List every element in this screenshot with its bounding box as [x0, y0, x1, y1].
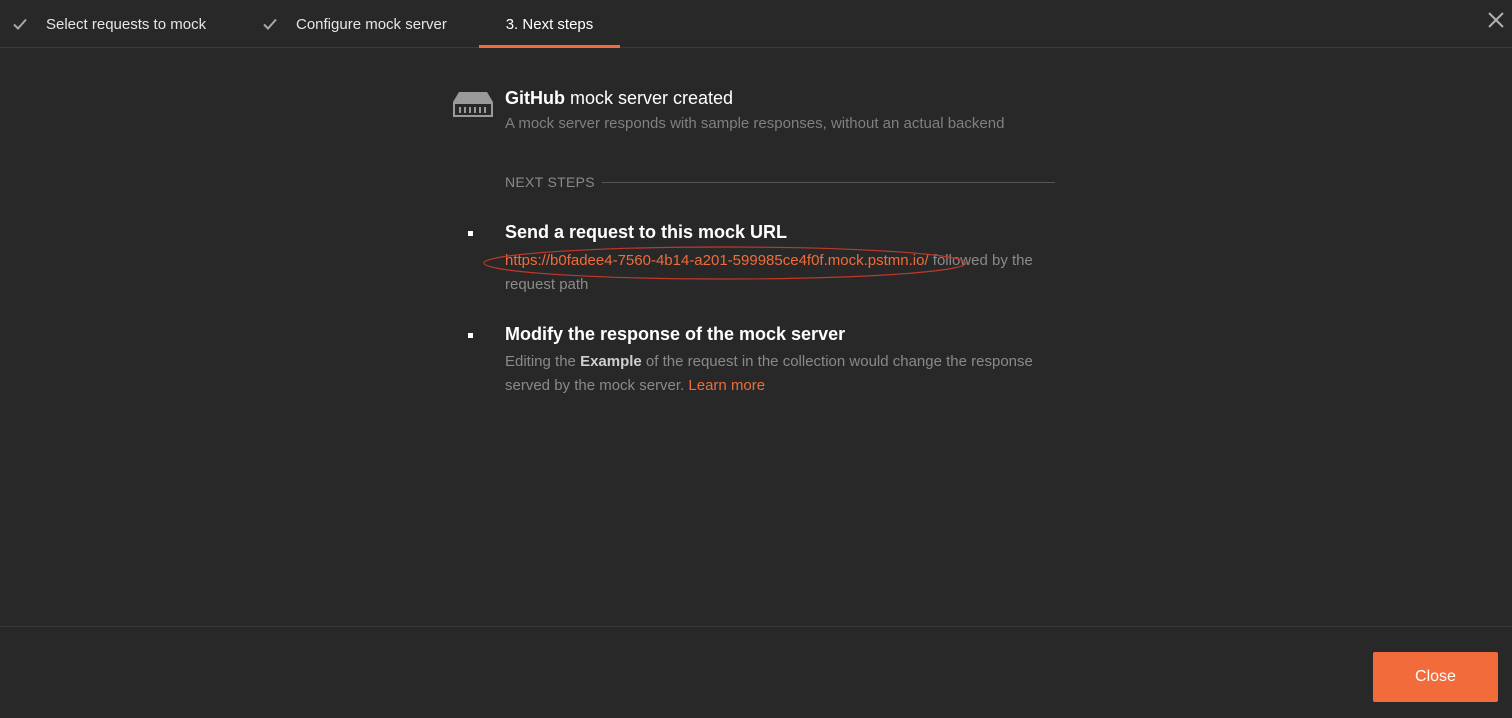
mock-server-wizard: Select requests to mock Configure mock s… — [0, 0, 1512, 718]
step-label: 3. Next steps — [505, 15, 594, 33]
bullet — [468, 333, 473, 338]
close-icon[interactable] — [1486, 10, 1506, 30]
collection-name: GitHub — [505, 88, 565, 108]
page-title: GitHub mock server created — [505, 88, 733, 109]
title-suffix: mock server created — [565, 88, 734, 108]
footer-divider — [0, 626, 1512, 627]
bullet — [468, 231, 473, 236]
step-label: Configure mock server — [296, 15, 447, 33]
step-select-requests[interactable]: Select requests to mock — [12, 0, 206, 48]
step-body-modify-response: Editing the Example of the request in th… — [505, 350, 1045, 398]
wizard-stepper: Select requests to mock Configure mock s… — [0, 0, 1512, 48]
step-heading-send-request: Send a request to this mock URL — [505, 222, 788, 242]
section-divider — [602, 182, 1055, 183]
check-icon — [13, 18, 27, 30]
page-subtitle: A mock server responds with sample respo… — [505, 115, 1005, 132]
step-next-steps[interactable]: 3. Next steps — [479, 0, 620, 48]
body-text: Editing the — [505, 353, 581, 370]
mock-url-link[interactable]: https://b0fadee4-7560-4b14-a201-599985ce… — [505, 252, 929, 269]
check-icon — [263, 18, 277, 30]
step-body-mock-url: https://b0fadee4-7560-4b14-a201-599985ce… — [505, 249, 1045, 297]
step-configure-mock-server[interactable]: Configure mock server — [262, 0, 447, 48]
example-emphasis: Example — [580, 353, 642, 370]
step-label: Select requests to mock — [46, 15, 207, 33]
close-button[interactable]: Close — [1373, 652, 1498, 702]
next-steps-label: NEXT STEPS — [505, 174, 595, 190]
step-heading-modify-response: Modify the response of the mock server — [505, 324, 846, 344]
learn-more-link[interactable]: Learn more — [688, 377, 765, 394]
server-icon — [453, 92, 493, 117]
